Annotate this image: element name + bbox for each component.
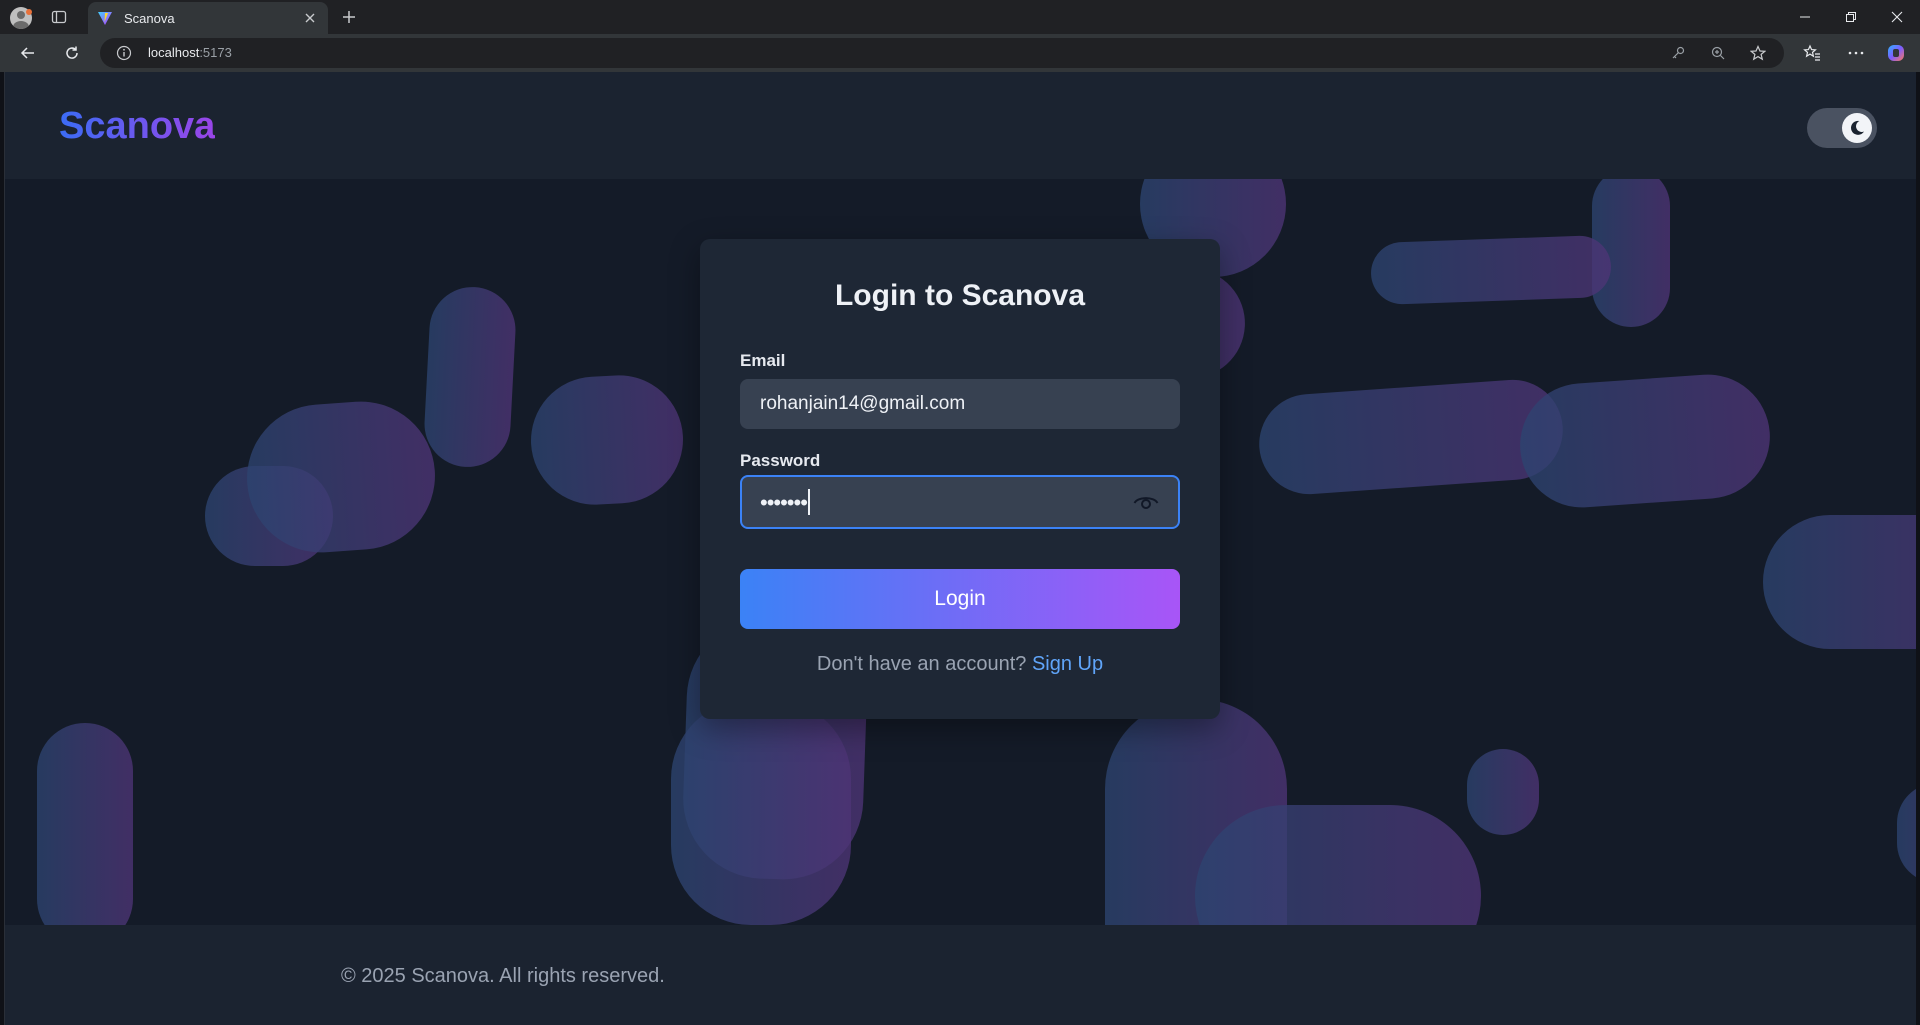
minimize-button[interactable]: [1782, 0, 1828, 34]
address-bar[interactable]: localhost:5173: [100, 38, 1784, 68]
page-viewport: Scanova Login to Scanova Email rohanjain…: [4, 72, 1916, 1025]
login-button[interactable]: Login: [740, 569, 1180, 629]
theme-toggle[interactable]: [1807, 108, 1877, 148]
email-field[interactable]: [740, 379, 1180, 429]
browser-toolbar: localhost:5173: [0, 34, 1920, 72]
restore-button[interactable]: [1828, 0, 1874, 34]
background-shape: [1763, 515, 1916, 649]
moon-icon: [1851, 120, 1864, 135]
signup-prompt: Don't have an account? Sign Up: [700, 653, 1220, 676]
tab-title: Scanova: [124, 10, 175, 26]
reload-icon: [66, 46, 78, 59]
url-text: localhost:5173: [148, 45, 232, 60]
tab-actions-icon: [51, 10, 67, 24]
background-shape: [37, 723, 133, 925]
notification-dot: [26, 9, 32, 15]
no-account-text: Don't have an account?: [816, 653, 1027, 675]
background-shape: [527, 372, 687, 508]
background-shape: [1515, 370, 1775, 512]
copilot-icon[interactable]: [1886, 43, 1906, 63]
plus-icon: [343, 11, 355, 23]
copyright-text: © 2025 Scanova. All rights reserved.: [341, 965, 665, 987]
show-password-button[interactable]: [1132, 489, 1160, 515]
password-label: Password: [740, 451, 821, 470]
background-shape: [242, 396, 440, 558]
vite-favicon-icon: [96, 9, 114, 27]
app-header: Scanova: [5, 72, 1916, 179]
minimize-icon: [1800, 16, 1810, 18]
password-field-wrapper: •••••••: [740, 475, 1180, 529]
background-shape: [1897, 783, 1916, 883]
new-tab-button[interactable]: [338, 6, 360, 28]
profile-button[interactable]: [8, 5, 34, 31]
signup-link[interactable]: Sign Up: [1032, 653, 1103, 675]
password-mask: •••••••: [760, 489, 810, 516]
tab-actions-button[interactable]: [50, 8, 68, 26]
login-title: Login to Scanova: [834, 279, 1086, 312]
close-icon: [1891, 11, 1903, 23]
email-label: Email: [740, 351, 786, 370]
favorites-icon[interactable]: [1802, 43, 1822, 63]
background-shape: [671, 699, 851, 925]
zoom-icon[interactable]: [1710, 45, 1726, 61]
back-arrow-icon: [20, 47, 34, 59]
eye-icon: [1133, 497, 1159, 509]
app-footer: © 2025 Scanova. All rights reserved.: [5, 925, 1916, 1025]
restore-icon: [1846, 12, 1856, 22]
background-shape: [1195, 805, 1481, 925]
browser-tab[interactable]: Scanova: [88, 2, 328, 34]
brand-logo[interactable]: Scanova: [59, 105, 215, 148]
background-shape: [1467, 749, 1539, 835]
back-button[interactable]: [16, 41, 40, 65]
key-icon[interactable]: [1670, 45, 1686, 61]
more-menu-icon[interactable]: [1846, 43, 1866, 63]
browser-tab-bar: Scanova: [0, 0, 1920, 34]
login-card: Login to Scanova Email Password ••••••• …: [700, 239, 1220, 719]
favorite-star-icon[interactable]: [1750, 45, 1766, 61]
background-shape: [422, 284, 518, 470]
site-info-icon[interactable]: [116, 45, 132, 61]
close-window-button[interactable]: [1874, 0, 1920, 34]
toggle-knob: [1842, 113, 1872, 143]
tab-close-icon[interactable]: [302, 10, 318, 26]
reload-button[interactable]: [60, 41, 84, 65]
background-shape: [1369, 234, 1613, 306]
